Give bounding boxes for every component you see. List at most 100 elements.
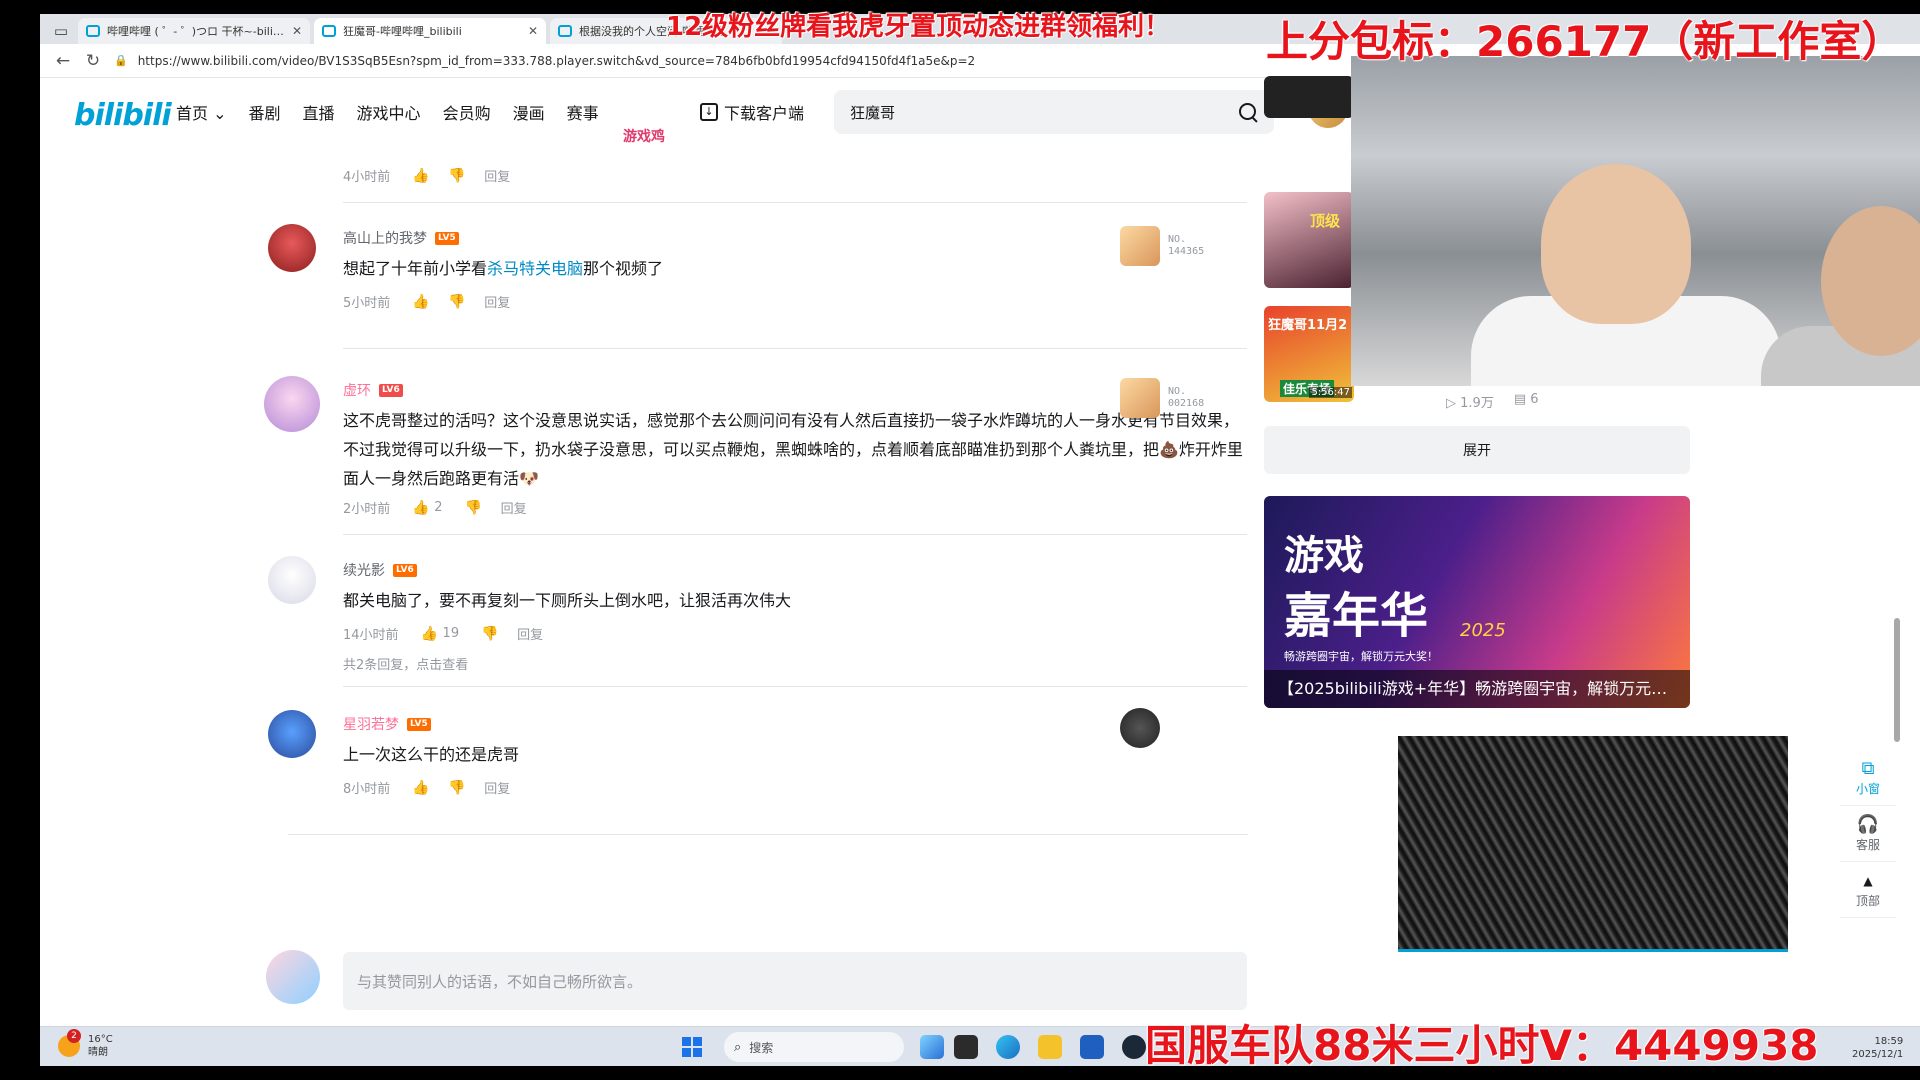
comment-user[interactable]: 续光影 LV6 [343,560,417,580]
weather-app-icon[interactable] [920,1035,944,1059]
nav-game-center[interactable]: 游戏中心 [357,100,421,124]
video-thumbnail[interactable]: 顶级 [1264,192,1354,288]
mini-window-button[interactable]: ⧉ 小窗 [1840,750,1896,806]
expand-button[interactable]: 展开 [1264,426,1690,474]
comment-divider [343,348,1247,349]
file-explorer-icon[interactable] [1038,1035,1062,1059]
task-view-icon[interactable] [954,1035,978,1059]
weather-temp: 16°C [88,1034,113,1045]
url-text: https://www.bilibili.com/video/BV1S3SqB5… [137,53,976,68]
ad-title-2: 嘉年华 [1284,588,1429,644]
cat-badge-icon [1120,708,1160,748]
customer-service-button[interactable]: 🎧 客服 [1840,806,1896,862]
reply-input[interactable]: 与其赞同别人的话语，不如自己畅所欲言。 [343,952,1247,1010]
video-thumbnail[interactable] [1264,76,1354,118]
tab-kuangmoge[interactable]: 狂魔哥-哔哩哔哩_bilibili ✕ [314,18,546,44]
comment-divider [343,202,1247,203]
refresh-icon[interactable]: ↻ [78,47,108,75]
taskbar-search[interactable]: ⌕ 搜索 [724,1032,904,1062]
dislike-icon[interactable]: 👎 [448,295,465,309]
ad-banner[interactable]: 游戏 嘉年华 2025 畅游跨圈宇宙，解锁万元大奖！ 【2025bilibili… [1264,496,1690,708]
webcam-overlay [1351,56,1920,386]
view-replies-link[interactable]: 共2条回复，点击查看 [343,654,468,673]
close-icon[interactable]: ✕ [528,24,538,38]
dislike-icon[interactable]: 👎 [448,781,465,795]
back-to-top-button[interactable]: ▲ 顶部 [1840,862,1896,918]
comment-time: 4小时前 [343,170,391,185]
main-nav: 首页 ⌄ 番剧 直播 游戏中心 会员购 漫画 赛事 [176,100,621,124]
mini-video-player[interactable] [1398,736,1788,952]
level-badge: LV5 [435,231,459,245]
fan-badge: NO. 002168 [1120,376,1220,420]
avatar[interactable] [268,556,316,604]
weather-widget[interactable]: 2 16°C 晴朗 [58,1029,113,1059]
comment-meta: 8小时前 👍 👎 回复 [343,778,532,798]
reply-button[interactable]: 回复 [484,166,510,185]
comment-divider [343,686,1247,687]
reply-button[interactable]: 回复 [501,498,527,517]
nav-manga[interactable]: 漫画 [513,100,545,124]
download-icon: ↓ [700,103,718,121]
search-input[interactable] [850,103,1238,121]
like-icon[interactable]: 👍 [421,627,438,641]
steam-icon[interactable] [1122,1035,1146,1059]
avatar[interactable] [268,224,316,272]
edge-browser-icon[interactable] [996,1035,1020,1059]
tab-bilibili-home[interactable]: 哔哩哔哩 ( ゜- ゜)つロ 干杯~-bilibili ✕ [78,18,310,44]
ad-title-1: 游戏 [1284,533,1364,579]
search-bar [834,90,1274,134]
store-icon[interactable] [1080,1035,1104,1059]
system-clock[interactable]: 18:59 2025/12/1 [1852,1035,1903,1061]
search-icon: ⌕ [734,1039,742,1055]
avatar[interactable] [264,376,320,432]
comment-text: 上一次这么干的还是虎哥 [343,745,520,764]
nav-home[interactable]: 首页 ⌄ [176,100,227,124]
back-arrow-icon[interactable]: ← [48,47,78,75]
comment-user[interactable]: 虚环 LV6 [343,380,403,400]
comment-user[interactable]: 星羽若梦 LV5 [343,714,431,734]
comment-meta: 14小时前 👍 19 👎 回复 [343,624,565,643]
nav-live[interactable]: 直播 [303,100,335,124]
window-menu-icon[interactable]: ▭ [48,18,74,44]
comment-user[interactable]: 高山上的我梦 LV5 [343,228,459,248]
dislike-icon[interactable]: 👎 [465,501,482,515]
comment-list: 4小时前 👍 👎 回复 高山上的我梦 LV5 想起了十年前小学看杀马特关电脑那个… [40,142,1260,1022]
reply-button[interactable]: 回复 [517,624,543,643]
download-label: 下载客户端 [724,104,805,123]
streamer-face [1541,164,1691,324]
page-scrollbar[interactable] [1894,618,1900,742]
reply-button[interactable]: 回复 [484,292,510,311]
dislike-icon[interactable]: 👎 [481,627,498,641]
like-icon[interactable]: 👍 [412,169,429,183]
like-icon[interactable]: 👍 [412,781,429,795]
avatar[interactable] [268,710,316,758]
chevron-down-icon: ⌄ [213,104,227,123]
comment-meta: 4小时前 👍 👎 回复 [343,166,532,186]
level-badge: LV5 [407,717,431,731]
nav-mall[interactable]: 会员购 [443,100,491,124]
like-icon[interactable]: 👍 [412,501,429,515]
windows-start-icon[interactable] [682,1037,702,1057]
search-icon[interactable] [1238,102,1258,122]
my-avatar [266,950,320,1004]
video-thumbnail[interactable]: 狂魔哥11月2 佳乐专场 5:56:47 [1264,306,1354,402]
tab-title: 哔哩哔哩 ( ゜- ゜)つロ 干杯~-bilibili [107,25,286,38]
nav-esports[interactable]: 赛事 [567,100,599,124]
comments-count: ▤ 6 [1513,392,1539,407]
bilibili-logo[interactable]: bilibili [74,98,172,133]
reply-button[interactable]: 回复 [484,778,510,797]
overlay-bottom-banner: 国服车队88米三小时V：4449938 [1145,1021,1819,1070]
headset-icon: 🎧 [1856,814,1880,835]
nav-bangumi[interactable]: 番剧 [249,100,281,124]
mini-window-icon: ⧉ [1861,758,1875,779]
overlay-right-banner: 上分包标：266177（新工作室） [1266,17,1904,66]
keyword-link[interactable]: 杀马特关电脑 [487,259,583,278]
overlay-top-banner: 12级粉丝牌看我虎牙置顶动态进群领福利！ [666,12,1171,42]
dislike-icon[interactable]: 👎 [448,169,465,183]
download-client-button[interactable]: ↓ 下载客户端 [700,100,804,124]
like-icon[interactable]: 👍 [412,295,429,309]
notification-badge: 2 [67,1029,81,1043]
close-icon[interactable]: ✕ [292,24,302,38]
lock-icon: 🔒 [114,54,128,67]
like-count: 19 [442,626,460,641]
